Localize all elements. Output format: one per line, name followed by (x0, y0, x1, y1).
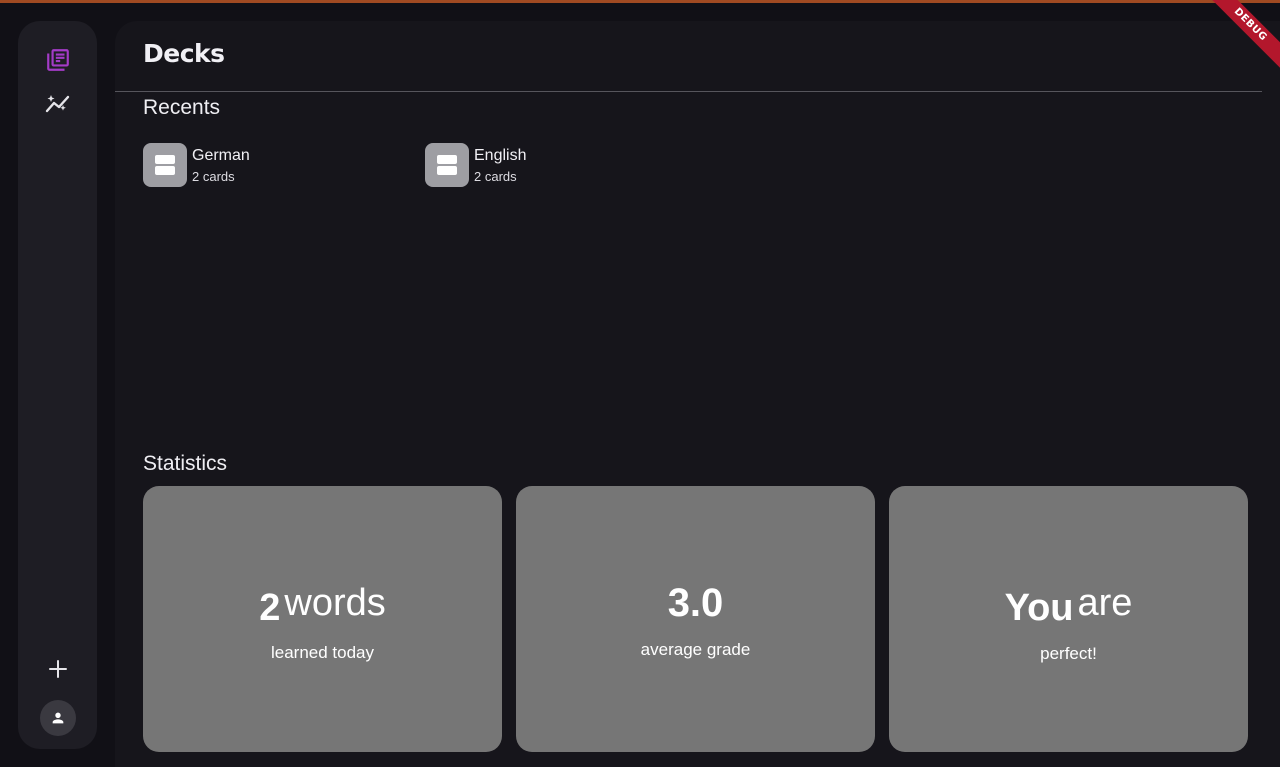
window-top-accent (0, 0, 1280, 3)
nav-item-statistics[interactable] (38, 84, 78, 124)
stat-number: You (1004, 587, 1074, 629)
deck-icon (143, 143, 187, 187)
stat-card-average-grade: 3.0 average grade (516, 486, 875, 752)
profile-avatar-button[interactable] (40, 700, 76, 736)
stat-number: 3.0 (667, 581, 724, 625)
stat-unit: are (1077, 582, 1133, 624)
stat-number: 2 (259, 587, 281, 629)
stat-label: average grade (640, 640, 751, 659)
debug-banner: DEBUG (1201, 0, 1280, 74)
plus-icon (49, 660, 67, 678)
main-content: Decks Recents German 2 cards English 2 c… (115, 21, 1280, 767)
stat-label: learned today (270, 643, 375, 662)
stat-value: 2 words (143, 578, 502, 636)
deck-item-english[interactable]: English 2 cards (425, 143, 645, 187)
deck-card-count: 2 cards (192, 169, 235, 184)
stat-value: 3.0 (516, 578, 875, 637)
nav-item-decks[interactable] (38, 40, 78, 80)
deck-item-german[interactable]: German 2 cards (143, 143, 363, 187)
stat-card-status: You are perfect! (889, 486, 1248, 752)
auto-graph-icon (45, 95, 70, 113)
header-divider (115, 91, 1262, 92)
page-title: Decks (143, 39, 225, 68)
add-deck-button[interactable] (38, 649, 78, 689)
person-icon (52, 712, 64, 724)
statistics-heading: Statistics (143, 452, 228, 475)
navigation-rail (18, 21, 97, 749)
debug-banner-container: DEBUG (1200, 0, 1280, 80)
library-books-icon (47, 49, 69, 71)
stat-label: perfect! (1040, 644, 1097, 663)
deck-name: German (192, 147, 250, 164)
recents-heading: Recents (143, 96, 221, 119)
stat-unit: words (284, 582, 386, 624)
deck-card-count: 2 cards (474, 169, 517, 184)
deck-icon (425, 143, 469, 187)
deck-name: English (474, 147, 527, 164)
stat-card-words-learned: 2 words learned today (143, 486, 502, 752)
stat-value: You are (889, 578, 1248, 636)
